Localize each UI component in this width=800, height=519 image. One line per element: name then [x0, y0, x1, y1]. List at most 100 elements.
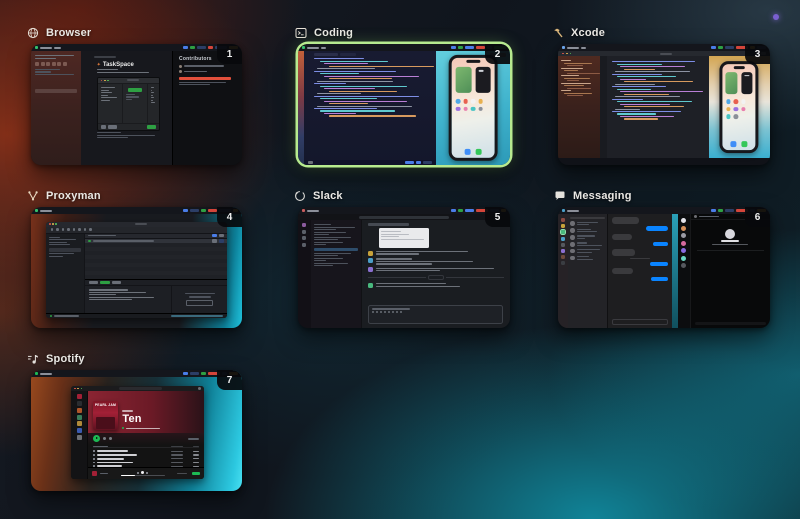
- decor-line: [314, 239, 338, 240]
- decor-line: [101, 87, 115, 88]
- decor-line: [624, 81, 693, 82]
- space-label-spotify: Spotify: [27, 352, 85, 366]
- decor-dot: [56, 228, 59, 231]
- decor-line: [612, 61, 695, 62]
- decor-line: [151, 87, 154, 88]
- album-title: Ten: [122, 414, 199, 425]
- decor-line: [620, 104, 670, 105]
- decor-line: [561, 68, 583, 69]
- iphone-notch: [734, 66, 745, 69]
- space-thumbnail-proxyman[interactable]: 4: [31, 207, 242, 328]
- decor-line: [89, 292, 145, 293]
- space-number-badge: 6: [745, 207, 770, 227]
- decor-dot: [396, 311, 398, 313]
- decor-dot: [681, 233, 686, 238]
- iphone-dock: [723, 141, 756, 147]
- xcode-navigator: [558, 56, 600, 158]
- dark-widget: [741, 72, 753, 94]
- space-thumbnail-xcode[interactable]: 3: [558, 44, 770, 165]
- iphone-simulator: [436, 51, 510, 165]
- decor-line: [564, 63, 591, 64]
- decor-line: [329, 66, 434, 67]
- space-thumbnail-coding[interactable]: 2: [298, 44, 510, 165]
- decor-dot: [84, 228, 87, 231]
- decor-dot: [733, 107, 738, 112]
- decor-line: [624, 94, 669, 95]
- decor-line: [314, 232, 346, 233]
- decor-line: [317, 81, 392, 82]
- decor-dot: [52, 62, 56, 66]
- decor-line: [101, 100, 110, 101]
- speech-bubble-icon: [554, 190, 566, 202]
- decor-line: [615, 96, 680, 97]
- green-button: [128, 88, 141, 92]
- sparkle-icon: ✦: [97, 62, 101, 68]
- space-thumbnail-browser[interactable]: ✦TaskSpace Contributors: [31, 44, 242, 165]
- browser-window: ✦TaskSpace Contributors: [31, 51, 242, 165]
- decor-line: [376, 263, 432, 264]
- get-method-chip: [100, 281, 110, 285]
- space-label-text: Spotify: [46, 353, 85, 365]
- decor-line: [179, 82, 226, 83]
- decor-line: [151, 90, 152, 91]
- decor-line: [620, 66, 685, 67]
- decor-dot: [77, 435, 82, 440]
- decor-dot: [46, 62, 50, 66]
- decor-line: [179, 84, 210, 85]
- blue-bubble: [646, 226, 669, 231]
- space-thumbnail-messaging[interactable]: 6: [558, 207, 770, 328]
- decor-line: [314, 224, 331, 225]
- decor-line: [126, 94, 135, 95]
- decor-line: [324, 63, 367, 64]
- decor-line: [320, 61, 389, 62]
- decor-dot: [681, 263, 686, 268]
- decor-line: [376, 258, 412, 259]
- dm-thread: [690, 214, 770, 328]
- globe-icon: [27, 27, 39, 39]
- decor-line: [317, 106, 412, 107]
- decor-dot: [67, 228, 70, 231]
- decor-line: [151, 97, 154, 98]
- decor-dot: [733, 99, 738, 104]
- decor-line: [35, 71, 51, 72]
- browser-sidebar: [31, 51, 81, 165]
- blue-bubble: [653, 242, 669, 246]
- decor-line: [612, 74, 662, 75]
- space-label-text: Browser: [46, 27, 91, 39]
- decor-line: [624, 69, 655, 70]
- decor-line: [617, 76, 677, 77]
- decor-line: [101, 97, 118, 98]
- map-widget: [726, 72, 738, 94]
- space-label-xcode: Xcode: [552, 26, 605, 40]
- decor-dot: [57, 62, 61, 66]
- decor-line: [381, 231, 401, 232]
- decor-line: [49, 237, 60, 238]
- decor-dot: [456, 106, 461, 111]
- decor-dot: [392, 311, 394, 313]
- spaces-overview: Browser ✦TaskSpace: [0, 0, 800, 519]
- decor-line: [612, 111, 681, 112]
- decor-dot: [561, 261, 565, 265]
- decor-dot: [561, 237, 565, 241]
- decor-line: [320, 86, 407, 87]
- decor-line: [101, 90, 109, 91]
- iphone-mockup: [720, 61, 759, 153]
- decor-line: [577, 252, 592, 253]
- space-number-badge: 5: [485, 207, 510, 227]
- decor-line: [577, 224, 589, 225]
- decor-line: [49, 253, 74, 254]
- decor-dot: [89, 228, 92, 231]
- space-thumbnail-slack[interactable]: 5: [298, 207, 510, 328]
- imessage-rail: [558, 214, 568, 328]
- imessage-window: [558, 214, 672, 328]
- player-play-button: [141, 471, 145, 475]
- decor-line: [577, 231, 597, 232]
- decor-line: [564, 78, 590, 79]
- decor-line: [381, 236, 399, 237]
- decor-dot: [77, 428, 82, 433]
- decor-line: [617, 64, 662, 65]
- image-attachment: [379, 228, 429, 248]
- decor-dot: [681, 256, 686, 261]
- browser-right-panel: Contributors: [172, 51, 242, 165]
- space-thumbnail-spotify[interactable]: PEARL JAM Ten: [31, 370, 242, 491]
